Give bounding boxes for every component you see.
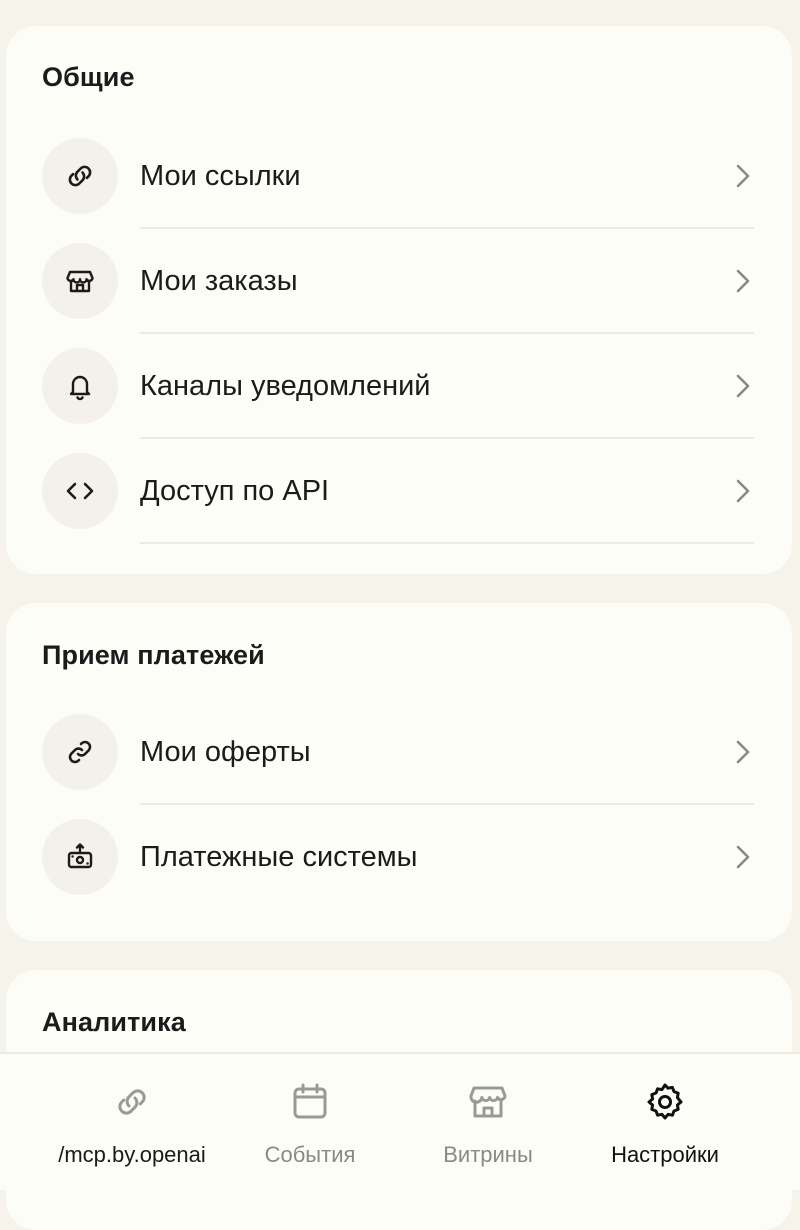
storefront-icon (42, 243, 118, 319)
menu-item-my-offers[interactable]: Мои оферты (6, 700, 792, 805)
link-icon (118, 1089, 146, 1115)
section-title-analytics: Аналитика (42, 1007, 186, 1037)
menu-item-label: Мои оферты (140, 736, 311, 768)
menu-item-notification-channels[interactable]: Каналы уведомлений (6, 334, 792, 439)
payment-icon (42, 819, 118, 895)
code-icon (42, 453, 118, 529)
payments-settings-card: Прием платежей Мои оферты Платежные сист… (6, 603, 792, 941)
chevron-right-icon (736, 845, 750, 869)
chevron-right-icon (736, 740, 750, 764)
link-icon (42, 138, 118, 214)
chevron-right-icon (736, 374, 750, 398)
tab-settings[interactable]: Настройки (565, 1054, 765, 1190)
divider (140, 542, 754, 544)
menu-item-my-links[interactable]: Мои ссылки (6, 124, 792, 229)
bottom-tab-bar: /mcp.by.openai События Витрины Настройки (0, 1052, 800, 1190)
tab-label: Витрины (443, 1142, 533, 1167)
menu-item-label: Мои заказы (140, 265, 298, 297)
tab-events[interactable]: События (210, 1054, 410, 1190)
general-settings-card: Общие Мои ссылки Мои заказы Каналы уведо… (6, 26, 792, 574)
section-title-payments: Прием платежей (42, 640, 265, 670)
tab-mcp-by-openai[interactable]: /mcp.by.openai (32, 1054, 232, 1190)
gear-icon (647, 1083, 683, 1120)
menu-item-my-orders[interactable]: Мои заказы (6, 229, 792, 334)
tab-label: Настройки (611, 1142, 719, 1167)
calendar-icon (293, 1083, 327, 1119)
tab-storefronts[interactable]: Витрины (388, 1054, 588, 1190)
chevron-right-icon (736, 479, 750, 503)
section-title-general: Общие (42, 62, 135, 92)
bell-icon (42, 348, 118, 424)
storefront-icon (469, 1086, 507, 1118)
chevron-right-icon (736, 164, 750, 188)
menu-item-label: Доступ по API (140, 475, 330, 507)
tab-label: /mcp.by.openai (58, 1142, 206, 1167)
tab-label: События (264, 1142, 356, 1167)
menu-item-api-access[interactable]: Доступ по API (6, 439, 792, 544)
menu-item-label: Платежные системы (140, 841, 418, 873)
chevron-right-icon (736, 269, 750, 293)
menu-item-label: Мои ссылки (140, 160, 301, 192)
link-alt-icon (42, 714, 118, 790)
menu-item-payment-systems[interactable]: Платежные системы (6, 805, 792, 910)
menu-item-label: Каналы уведомлений (140, 370, 431, 402)
